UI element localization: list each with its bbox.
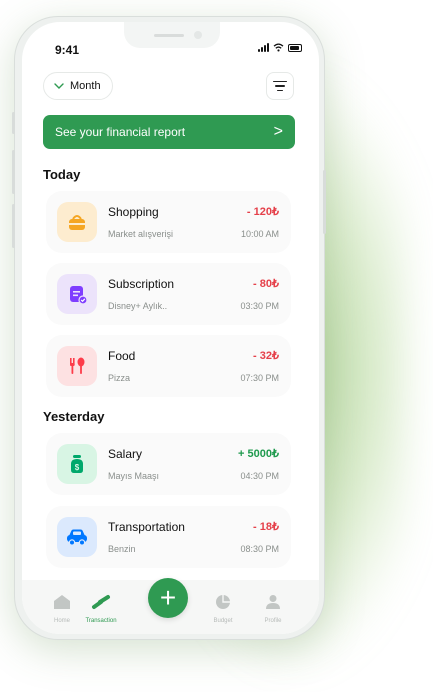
- transaction-description: Mayıs Maaşı: [108, 471, 160, 481]
- transaction-amount: - 32₺: [253, 350, 279, 362]
- chevron-right-icon: >: [273, 123, 283, 140]
- transaction-name: Salary: [108, 447, 143, 461]
- add-transaction-button[interactable]: +: [148, 578, 188, 618]
- phone-notch: [124, 22, 220, 48]
- nav-profile[interactable]: Profile: [248, 594, 298, 624]
- transaction-row[interactable]: $ Salary Mayıs Maaşı + 5000₺ 04:30 PM: [46, 433, 291, 495]
- transaction-amount: - 120₺: [246, 206, 279, 218]
- transaction-time: 08:30 PM: [240, 544, 279, 554]
- status-time: 9:41: [55, 43, 80, 57]
- nav-budget-label: Budget: [213, 618, 233, 624]
- transaction-amount: - 18₺: [253, 521, 279, 533]
- transaction-description: Disney+ Aylık..: [108, 301, 168, 311]
- battery-icon: [288, 43, 302, 52]
- user-icon: [266, 595, 280, 609]
- transaction-amount: - 80₺: [253, 278, 279, 290]
- transaction-name: Shopping: [108, 205, 159, 219]
- pie-chart-icon: [216, 595, 230, 609]
- nav-budget[interactable]: Budget: [198, 594, 248, 624]
- filter-icon: [273, 80, 287, 83]
- chevron-down-icon: [54, 83, 64, 89]
- phone-volume-down-button: [12, 204, 15, 248]
- transaction-row[interactable]: Transportation Benzin - 18₺ 08:30 PM: [46, 506, 291, 568]
- status-icons: [258, 43, 302, 52]
- fork-knife-icon: [57, 346, 97, 386]
- month-label: Month: [70, 80, 101, 92]
- signal-icon: [258, 43, 269, 52]
- nav-transaction[interactable]: Transaction: [76, 594, 126, 624]
- transaction-description: Pizza: [108, 373, 131, 383]
- section-title-today: Today: [43, 167, 81, 182]
- transaction-time: 04:30 PM: [240, 471, 279, 481]
- transaction-amount: + 5000₺: [238, 448, 279, 460]
- transaction-description: Market alışverişi: [108, 229, 174, 239]
- phone-mute-button: [12, 112, 15, 134]
- svg-text:$: $: [75, 463, 80, 472]
- nav-transaction-label: Transaction: [85, 618, 117, 624]
- car-icon: [57, 517, 97, 557]
- money-bag-icon: $: [57, 444, 97, 484]
- filter-button[interactable]: [266, 72, 294, 100]
- month-selector[interactable]: Month: [43, 72, 113, 100]
- transaction-row[interactable]: Food Pizza - 32₺ 07:30 PM: [46, 335, 291, 397]
- transaction-description: Benzin: [108, 544, 136, 554]
- financial-report-button[interactable]: See your financial report >: [43, 115, 295, 149]
- clipboard-icon: [57, 274, 97, 314]
- front-camera: [194, 31, 202, 39]
- transaction-name: Transportation: [108, 520, 185, 534]
- transaction-time: 10:00 AM: [240, 229, 279, 239]
- nav-profile-label: Profile: [264, 618, 282, 624]
- app-screen: 9:41 Month See your financial report > T…: [22, 22, 319, 634]
- transaction-time: 03:30 PM: [240, 301, 279, 311]
- speaker-grille: [154, 34, 184, 37]
- phone-volume-up-button: [12, 150, 15, 194]
- financial-report-label: See your financial report: [55, 125, 186, 139]
- transaction-row[interactable]: Subscription Disney+ Aylık.. - 80₺ 03:30…: [46, 263, 291, 325]
- shopping-basket-icon: [57, 202, 97, 242]
- wifi-icon: [273, 43, 284, 52]
- transaction-row[interactable]: Shopping Market alışverişi - 120₺ 10:00 …: [46, 191, 291, 253]
- section-title-yesterday: Yesterday: [43, 409, 105, 424]
- transaction-name: Subscription: [108, 277, 175, 291]
- transaction-name: Food: [108, 349, 136, 363]
- transaction-icon: [92, 595, 110, 609]
- transaction-time: 07:30 PM: [240, 373, 279, 383]
- phone-power-button: [323, 170, 326, 234]
- home-icon: [54, 595, 70, 609]
